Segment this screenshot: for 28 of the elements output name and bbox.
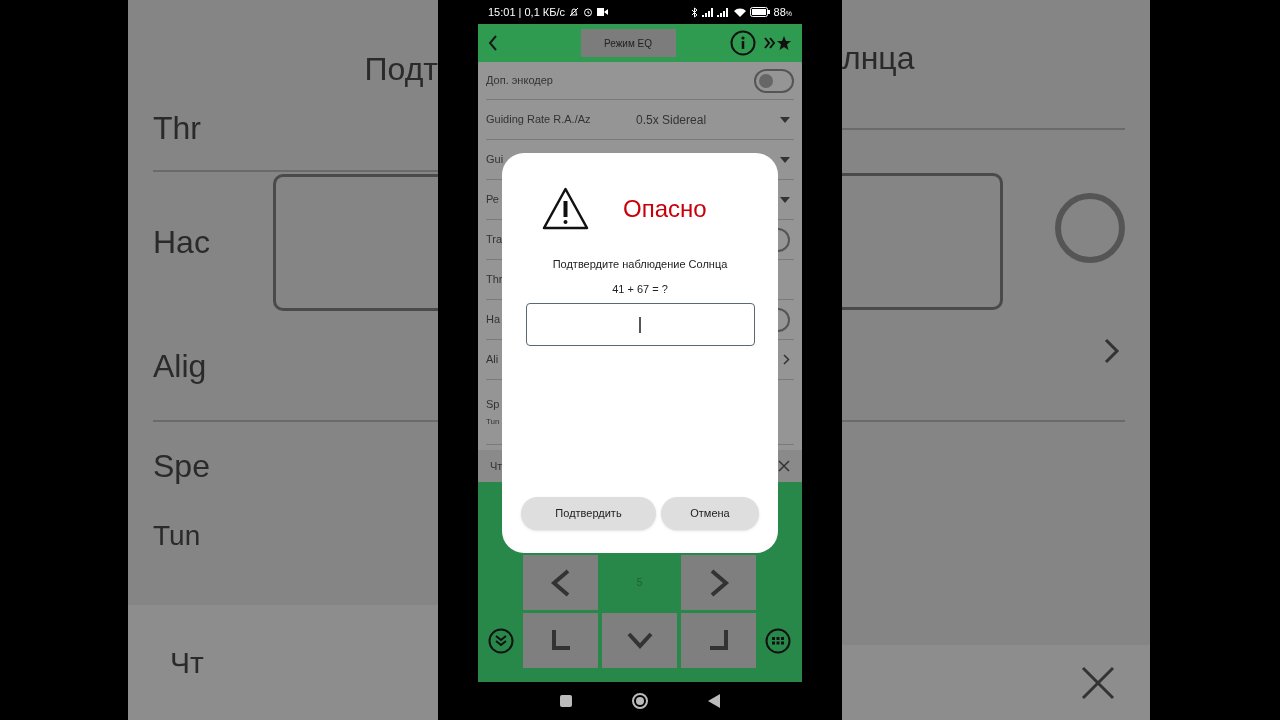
dialog-title: Опасно [623,193,707,224]
backdrop-heading: Подт [364,53,438,85]
backdrop-label: Spe [153,450,211,482]
status-text: 15:01 | 0,1 КБ/с [488,4,566,20]
backdrop-label: Alig [153,350,208,382]
math-question: 41 + 67 = ? [612,281,668,297]
setting-label: Gui [486,152,505,168]
setting-label: На [486,312,502,328]
setting-label: Доп. энкодер [486,73,554,89]
backdrop-label: Thr [153,111,202,144]
dialog-message: Подтвердите наблюдение Солнца [552,257,728,272]
notice-label: Чт [490,458,503,474]
backdrop-sublabel: Tun [153,520,201,551]
setting-label: Ali [486,352,500,368]
setting-label: Sp [486,396,501,412]
setting-value[interactable]: 0.5x Sidereal [636,110,754,129]
setting-label: Tra [486,232,504,248]
backdrop-label: Чт [170,647,204,678]
confirm-button[interactable]: Подтвердить [521,497,656,530]
setting-sublabel: Tun [486,416,501,429]
backdrop-label: Нас [153,226,211,258]
battery-level: 88 [773,4,786,20]
setting-label: Ре [486,192,500,208]
mode-button[interactable]: Режим EQ [580,29,676,57]
setting-label: Thr [486,272,504,288]
cancel-button[interactable]: Отмена [661,497,759,530]
setting-label: Guiding Rate R.A./Az [486,112,592,128]
backdrop-heading: лнца [842,42,915,78]
